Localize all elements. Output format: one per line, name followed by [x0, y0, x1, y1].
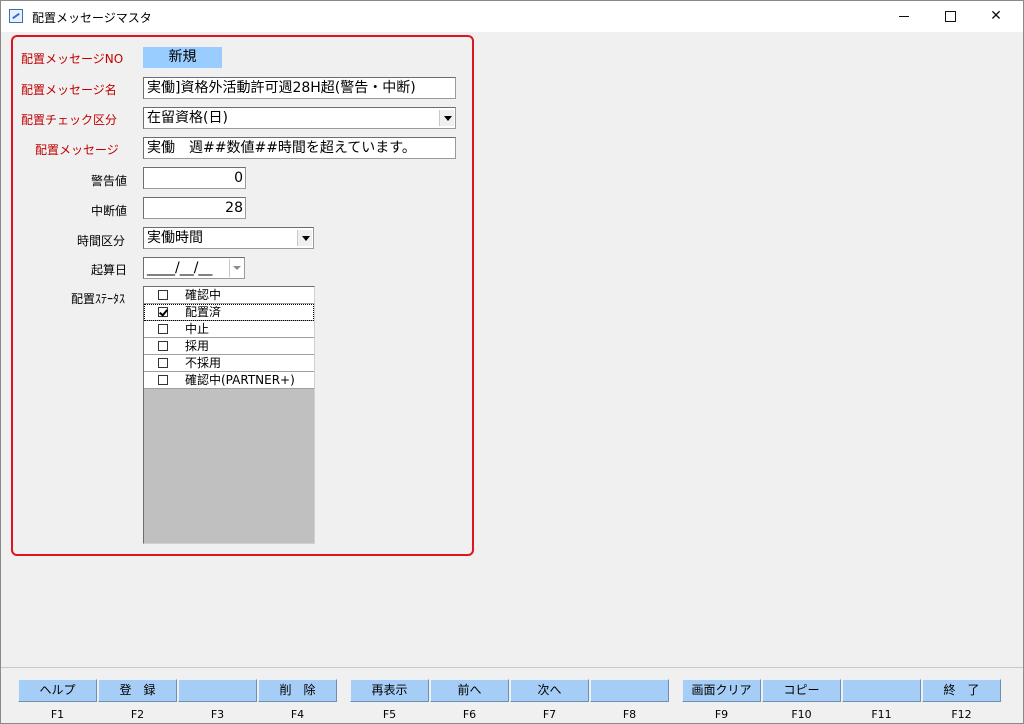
maximize-button[interactable]	[927, 1, 973, 32]
status-item[interactable]: 配置済	[144, 304, 314, 321]
status-item[interactable]: 確認中(PARTNER+)	[144, 372, 314, 389]
exit-button[interactable]: 終 了	[922, 679, 1001, 702]
fkey-label-f12: F12	[951, 708, 972, 721]
start-date-picker[interactable]: ____/__/__	[143, 257, 245, 279]
f11-button[interactable]	[842, 679, 921, 702]
fkey-label-f7: F7	[542, 708, 557, 721]
clear-screen-button[interactable]: 画面クリア	[682, 679, 761, 702]
minimize-button[interactable]	[881, 1, 927, 32]
stop-value-input[interactable]: 28	[143, 197, 246, 219]
delete-button[interactable]: 削 除	[258, 679, 337, 702]
minimize-icon	[899, 15, 909, 17]
f8-button[interactable]	[590, 679, 669, 702]
status-item[interactable]: 不採用	[144, 355, 314, 372]
copy-button[interactable]: コピー	[762, 679, 841, 702]
f3-button[interactable]	[178, 679, 257, 702]
check-category-label: 配置チェック区分	[21, 113, 118, 127]
title-bar: 配置メッセージマスタ ✕	[1, 1, 1023, 32]
fkey-label-f9: F9	[714, 708, 729, 721]
message-label: 配置メッセージ	[35, 143, 119, 157]
help-button[interactable]: ヘルプ	[18, 679, 97, 702]
status-item[interactable]: 確認中	[144, 287, 314, 304]
start-date-label: 起算日	[91, 263, 128, 277]
time-category-select[interactable]: 実働時間	[143, 227, 314, 249]
message-no-value: 新規	[143, 47, 222, 68]
check-category-select[interactable]: 在留資格(日)	[143, 107, 456, 129]
fkey-label-f2: F2	[130, 708, 145, 721]
status-item[interactable]: 中止	[144, 321, 314, 338]
warning-value-input[interactable]: 0	[143, 167, 246, 189]
status-label: 配置ｽﾃｰﾀｽ	[71, 292, 126, 306]
function-key-bar: ヘルプ F1 登 録 F2 F3 削 除 F4 再表示 F5 前へ F6 次へ …	[1, 667, 1023, 723]
app-window: 配置メッセージマスタ ✕ 配置メッセージNO 新規 配置メッセージ名 実働]資格…	[0, 0, 1024, 724]
checkbox-icon[interactable]	[158, 358, 168, 368]
fkey-label-f3: F3	[210, 708, 225, 721]
fkey-label-f8: F8	[622, 708, 637, 721]
dropdown-arrow-icon[interactable]	[229, 259, 243, 277]
status-checklist[interactable]: 確認中 配置済 中止 採用 不採用 確認中(PARTNER+)	[143, 286, 315, 544]
fkey-label-f10: F10	[791, 708, 812, 721]
client-area: 配置メッセージNO 新規 配置メッセージ名 実働]資格外活動許可週28H超(警告…	[1, 32, 1023, 723]
previous-button[interactable]: 前へ	[430, 679, 509, 702]
window-title: 配置メッセージマスタ	[32, 11, 152, 25]
chevron-down-icon[interactable]	[439, 110, 454, 126]
next-button[interactable]: 次へ	[510, 679, 589, 702]
message-name-input[interactable]: 実働]資格外活動許可週28H超(警告・中断)	[143, 77, 456, 99]
fkey-label-f4: F4	[290, 708, 305, 721]
message-no-label: 配置メッセージNO	[21, 52, 124, 66]
register-button[interactable]: 登 録	[98, 679, 177, 702]
maximize-icon	[944, 10, 956, 22]
time-category-label: 時間区分	[77, 234, 126, 248]
chevron-down-icon[interactable]	[297, 230, 312, 246]
app-form-icon	[9, 9, 23, 23]
close-icon: ✕	[990, 8, 1002, 24]
checkbox-icon[interactable]	[158, 290, 168, 300]
checkbox-icon[interactable]	[158, 341, 168, 351]
fkey-label-f1: F1	[50, 708, 65, 721]
close-button[interactable]: ✕	[973, 1, 1019, 32]
fkey-label-f6: F6	[462, 708, 477, 721]
checkbox-icon[interactable]	[158, 375, 168, 385]
fkey-label-f5: F5	[382, 708, 397, 721]
message-input[interactable]: 実働 週##数値##時間を超えています。	[143, 137, 456, 159]
checkbox-checked-icon[interactable]	[158, 307, 168, 317]
message-name-label: 配置メッセージ名	[21, 83, 117, 97]
checkbox-icon[interactable]	[158, 324, 168, 334]
refresh-button[interactable]: 再表示	[350, 679, 429, 702]
time-category-value: 実働時間	[147, 230, 203, 246]
start-date-value: ____/__/__	[147, 260, 213, 276]
stop-value-label: 中断値	[91, 204, 128, 218]
status-item[interactable]: 採用	[144, 338, 314, 355]
fkey-label-f11: F11	[871, 708, 892, 721]
check-category-value: 在留資格(日)	[147, 110, 228, 126]
warning-value-label: 警告値	[91, 174, 128, 188]
